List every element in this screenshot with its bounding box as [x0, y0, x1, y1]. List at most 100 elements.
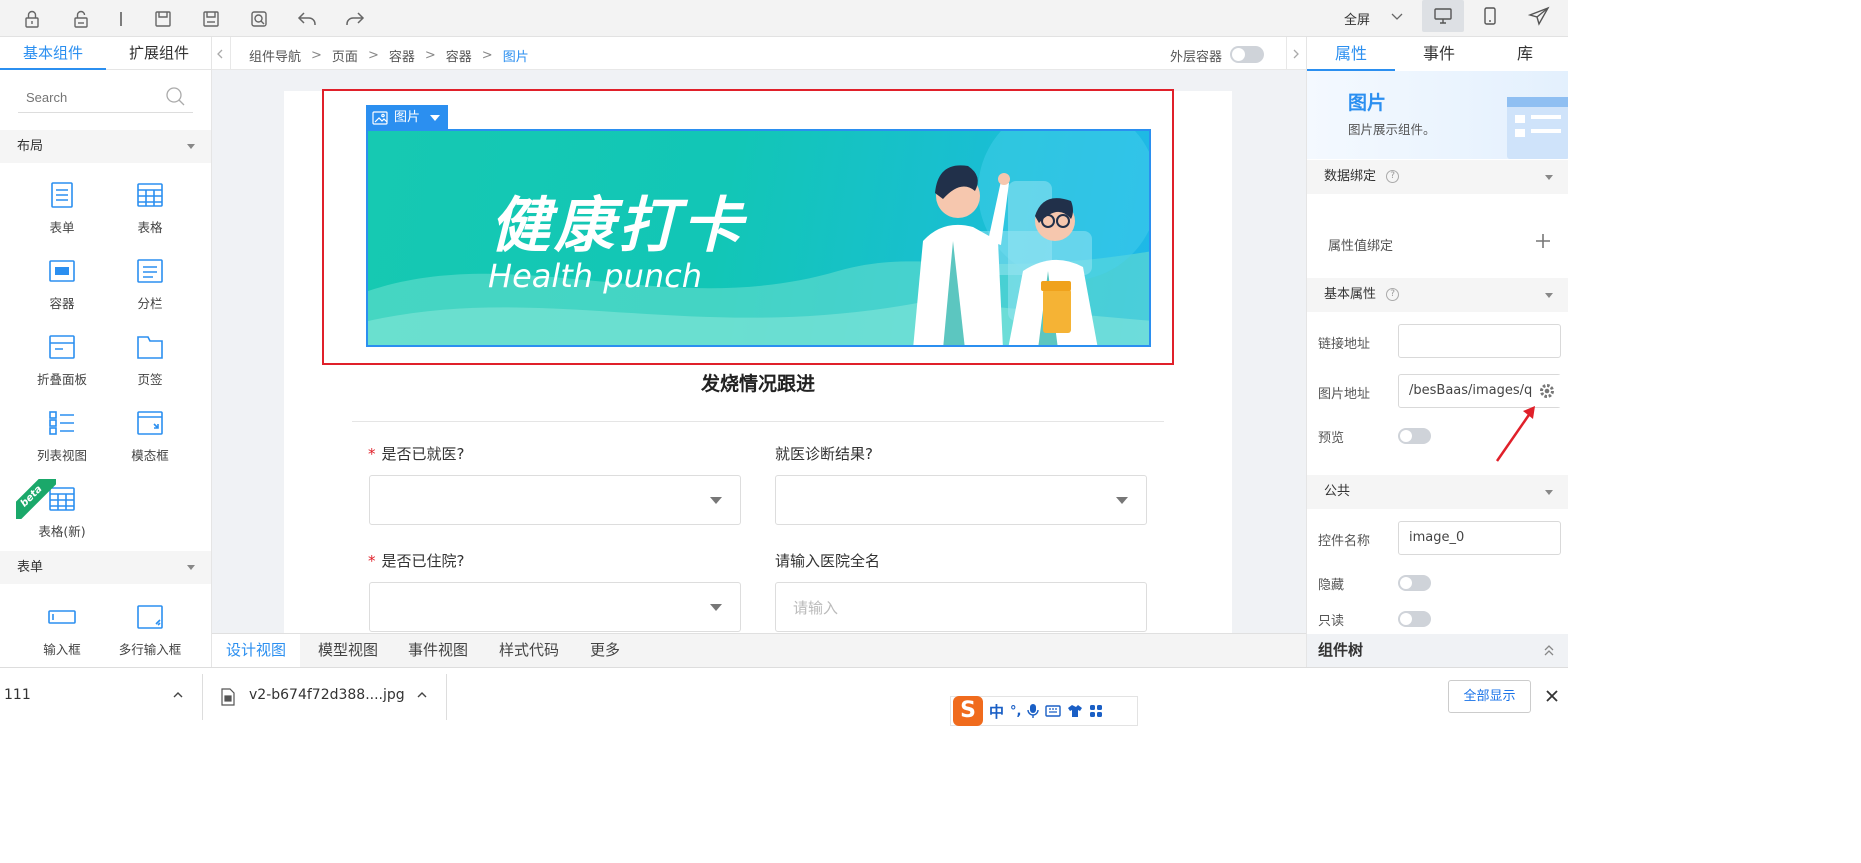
tab-style-code[interactable]: 样式代码	[499, 634, 559, 668]
breadcrumb-item-current[interactable]: 图片	[503, 46, 529, 65]
breadcrumb-item[interactable]: 组件导航	[249, 46, 301, 65]
search-input[interactable]	[26, 87, 156, 107]
save-as-icon[interactable]	[196, 4, 226, 34]
tab-library[interactable]: 库	[1481, 37, 1569, 71]
image-component-tag[interactable]: 图片	[366, 105, 448, 130]
table-icon	[136, 181, 164, 209]
modal-icon	[136, 409, 164, 437]
save-icon[interactable]	[148, 4, 178, 34]
breadcrumb-item[interactable]: 容器	[389, 46, 415, 65]
collapse-left-icon[interactable]	[216, 48, 224, 60]
control-name-label: 控件名称	[1318, 534, 1371, 549]
tab-design-view[interactable]: 设计视图	[212, 634, 300, 668]
publish-send-icon[interactable]	[1528, 6, 1550, 26]
help-icon[interactable]: ?	[1386, 170, 1400, 183]
image-tag-label: 图片	[394, 110, 421, 125]
add-binding-icon[interactable]	[1535, 233, 1551, 249]
undo-icon[interactable]	[292, 4, 322, 34]
readonly-toggle[interactable]	[1398, 611, 1431, 627]
link-address-input[interactable]	[1398, 324, 1561, 358]
health-banner-image[interactable]: 健康打卡 Health punch	[366, 129, 1151, 347]
component-label: 模态框	[131, 448, 169, 463]
search-icon[interactable]	[164, 85, 186, 107]
chevron-down-icon[interactable]	[1390, 12, 1404, 22]
component-label: 列表视图	[36, 448, 87, 463]
desktop-view-icon[interactable]	[1422, 0, 1464, 32]
outer-container-toggle[interactable]	[1230, 46, 1264, 63]
section-form-header[interactable]: 表单	[0, 551, 211, 584]
divider	[352, 421, 1164, 422]
blank-margin	[1568, 0, 1861, 863]
keyboard-icon[interactable]	[1045, 704, 1062, 718]
hidden-label: 隐藏	[1318, 578, 1345, 593]
component-description: 图片展示组件。	[1348, 122, 1436, 137]
section-layout-header[interactable]: 布局	[0, 130, 211, 163]
download-left-text: 111	[4, 687, 31, 703]
component-form[interactable]: 表单	[18, 181, 106, 236]
annotation-arrow-icon	[1495, 406, 1535, 462]
chevron-up-icon[interactable]	[172, 690, 184, 700]
hospital-name-input[interactable]: 请输入	[775, 582, 1147, 632]
tab-model-view[interactable]: 模型视图	[318, 634, 378, 668]
field-label-visited-doctor: * 是否已就医?	[368, 445, 465, 463]
component-label: 页签	[137, 372, 163, 387]
fullscreen-label[interactable]: 全屏	[1344, 9, 1370, 28]
toolbox-icon[interactable]	[1089, 704, 1103, 718]
show-all-downloads-button[interactable]: 全部显示	[1448, 680, 1531, 713]
chevron-up-icon[interactable]	[416, 690, 428, 700]
download-file-name[interactable]: v2-b674f72d388....jpg	[249, 687, 405, 703]
section-common[interactable]: 公共	[1307, 475, 1569, 509]
caret-down-icon[interactable]	[430, 114, 441, 121]
design-canvas-area: 组件导航 > 页面 > 容器 > 容器 > 图片 外层容器 图片 健康打卡 He…	[212, 37, 1306, 671]
tab-extended-components[interactable]: 扩展组件	[106, 37, 212, 70]
component-tree-header[interactable]: 组件树	[1307, 634, 1569, 667]
section-basic-properties[interactable]: 基本属性 ?	[1307, 278, 1569, 312]
redo-icon[interactable]	[340, 4, 370, 34]
unlock-icon[interactable]	[66, 4, 96, 34]
tab-events[interactable]: 事件	[1395, 37, 1483, 71]
sogou-logo-icon[interactable]: S	[953, 696, 983, 726]
ime-lang[interactable]: 中	[989, 701, 1004, 722]
component-table[interactable]: 表格	[106, 181, 194, 236]
help-icon[interactable]: ?	[1386, 288, 1400, 301]
lock-icon[interactable]	[17, 4, 47, 34]
ime-toolbar: S 中 °,	[950, 696, 1138, 726]
ime-punctuation[interactable]: °,	[1010, 704, 1021, 719]
component-input[interactable]: 输入框	[18, 603, 106, 658]
select-hospitalized[interactable]	[369, 582, 741, 632]
preview-toggle[interactable]	[1398, 428, 1431, 444]
caret-down-icon	[1545, 293, 1553, 298]
component-collapse[interactable]: 折叠面板	[18, 333, 106, 388]
breadcrumb-items: 组件导航 > 页面 > 容器 > 容器 > 图片	[249, 46, 529, 65]
skin-shirt-icon[interactable]	[1067, 704, 1083, 718]
breadcrumb-item[interactable]: 页面	[332, 46, 358, 65]
component-textarea[interactable]: 多行输入框	[106, 603, 194, 658]
component-label: 表格	[137, 220, 163, 235]
component-container[interactable]: 容器	[18, 257, 106, 312]
breadcrumb-item[interactable]: 容器	[446, 46, 472, 65]
preview-icon[interactable]	[244, 4, 274, 34]
select-visited-doctor[interactable]	[369, 475, 741, 525]
component-label: 多行输入框	[118, 642, 182, 657]
close-icon[interactable]	[1545, 689, 1559, 703]
hidden-toggle[interactable]	[1398, 575, 1431, 591]
component-modal[interactable]: 模态框	[106, 409, 194, 464]
mobile-view-icon[interactable]	[1480, 6, 1500, 26]
component-tabs[interactable]: 页签	[106, 333, 194, 388]
section-data-binding[interactable]: 数据绑定 ?	[1307, 160, 1569, 194]
download-bar: 111 v2-b674f72d388....jpg S 中 °, 全部显示	[0, 667, 1568, 726]
double-chevron-up-icon[interactable]	[1543, 643, 1555, 657]
control-name-input[interactable]: image_0	[1398, 521, 1561, 555]
doctors-illustration	[913, 165, 1098, 345]
component-list-view[interactable]: 列表视图	[18, 409, 106, 464]
outer-container-label: 外层容器	[1170, 50, 1223, 65]
tab-more[interactable]: 更多	[590, 634, 620, 668]
select-diagnosis[interactable]	[775, 475, 1147, 525]
readonly-label: 只读	[1318, 614, 1345, 629]
microphone-icon[interactable]	[1027, 703, 1040, 719]
component-columns[interactable]: 分栏	[106, 257, 194, 312]
tab-properties[interactable]: 属性	[1307, 37, 1395, 71]
tab-event-view[interactable]: 事件视图	[408, 634, 468, 668]
collapse-right-icon[interactable]	[1292, 48, 1300, 60]
tab-basic-components[interactable]: 基本组件	[0, 37, 106, 70]
